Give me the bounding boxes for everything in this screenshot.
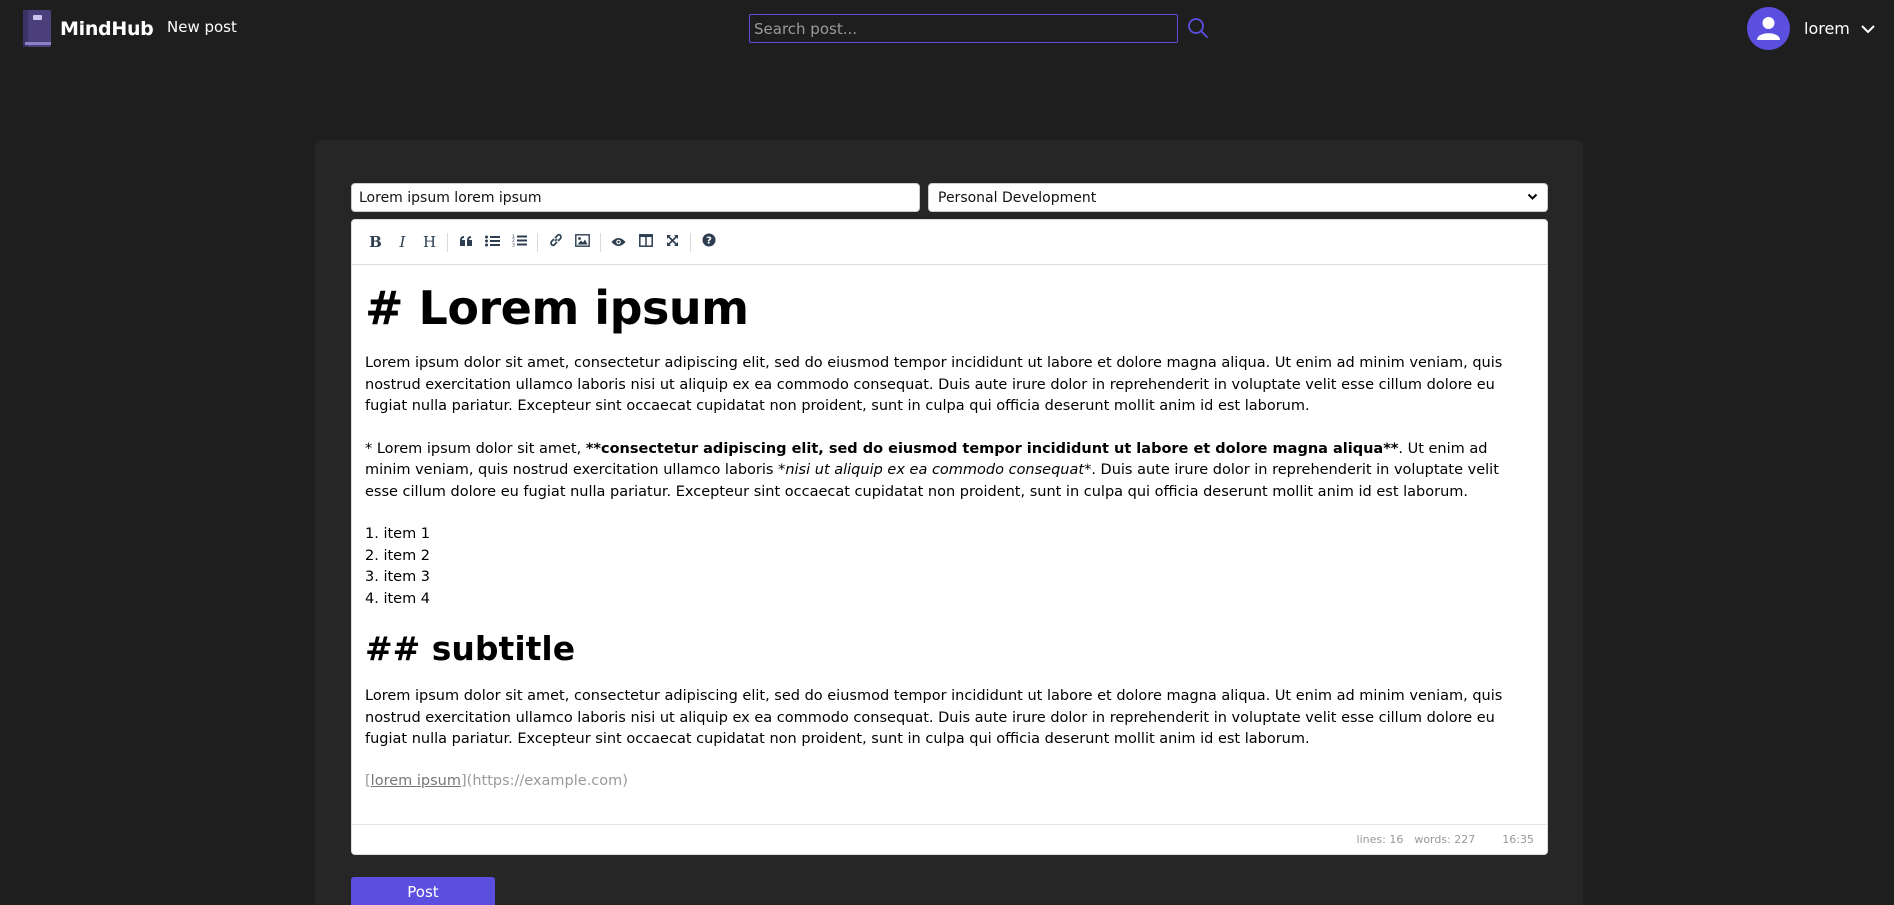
fullscreen-icon — [666, 233, 679, 251]
heading-icon: H — [422, 233, 437, 251]
chevron-down-icon — [1527, 190, 1538, 206]
editor-statusbar: lines: 16 words: 227 16:35 — [352, 824, 1547, 854]
link-button[interactable] — [542, 229, 569, 256]
new-post-link[interactable]: New post — [167, 18, 237, 36]
brand[interactable]: MindHub — [22, 9, 154, 48]
fullscreen-button[interactable] — [659, 229, 686, 256]
guide-button[interactable]: ? — [695, 229, 722, 256]
unordered-list-icon — [485, 233, 500, 251]
search-bar — [749, 14, 1208, 43]
unordered-list-button[interactable] — [479, 229, 506, 256]
side-by-side-button[interactable] — [632, 229, 659, 256]
list-item: 1. item 1 — [365, 526, 431, 542]
link-text: lorem ipsum — [370, 772, 461, 789]
new-post-card: Personal Development B I H 123 — [315, 140, 1583, 905]
content-link: [lorem ipsum](https://example.com) — [365, 771, 1534, 793]
italic-icon: I — [399, 233, 406, 251]
quote-button[interactable] — [452, 229, 479, 256]
content-paragraph-1: Lorem ipsum dolor sit amet, consectetur … — [365, 355, 1503, 414]
search-icon — [1186, 18, 1210, 43]
link-icon — [549, 233, 563, 251]
paragraph-2-bold: **consectetur adipiscing elit, sed do ei… — [585, 440, 1399, 457]
image-icon — [575, 233, 590, 251]
content-ordered-list: 1. item 1 2. item 2 3. item 3 4. item 4 — [365, 524, 1534, 610]
user-icon — [1747, 17, 1790, 50]
toolbar-separator — [690, 232, 691, 252]
ordered-list-button[interactable]: 123 — [506, 229, 533, 256]
bold-button[interactable]: B — [362, 229, 389, 256]
cursor-time: 16:35 — [1502, 833, 1534, 846]
toolbar-separator — [600, 232, 601, 252]
svg-text:3: 3 — [512, 243, 515, 248]
toolbar-separator — [537, 232, 538, 252]
brand-name: MindHub — [60, 17, 154, 40]
list-item: 2. item 2 — [365, 547, 431, 564]
editor-toolbar: B I H 123 ? — [352, 220, 1547, 265]
svg-text:?: ? — [706, 236, 712, 247]
italic-button[interactable]: I — [389, 229, 416, 256]
post-button[interactable]: Post — [351, 877, 495, 905]
content-paragraph-3: Lorem ipsum dolor sit amet, consectetur … — [365, 688, 1503, 747]
columns-icon — [638, 233, 653, 251]
question-icon: ? — [702, 233, 716, 251]
paragraph-2-italic: *nisi ut aliquip ex ea commodo consequat… — [778, 462, 1092, 478]
ordered-list-icon: 123 — [512, 233, 527, 251]
avatar[interactable] — [1747, 7, 1790, 50]
username[interactable]: lorem — [1804, 19, 1850, 38]
content-paragraph-2: * Lorem ipsum dolor sit amet, **consecte… — [365, 439, 1534, 504]
link-url: (https://example.com) — [466, 772, 628, 789]
list-item: 4. item 4 — [365, 590, 431, 607]
word-count: words: 227 — [1414, 833, 1476, 846]
preview-button[interactable] — [605, 229, 632, 256]
bold-icon: B — [369, 233, 382, 251]
markdown-editor[interactable]: B I H 123 ? # Lorem ipsum Lorem ipsum do… — [351, 219, 1548, 855]
toolbar-separator — [447, 232, 448, 252]
category-selected-value: Personal Development — [938, 189, 1097, 206]
line-count: lines: 16 — [1356, 833, 1404, 846]
search-input[interactable] — [749, 14, 1178, 43]
paragraph-2-text-start: * Lorem ipsum dolor sit amet, — [365, 440, 586, 457]
image-button[interactable] — [569, 229, 596, 256]
content-heading-2: ## subtitle — [365, 629, 576, 668]
user-menu[interactable]: lorem — [1747, 7, 1876, 50]
list-item: 3. item 3 — [365, 569, 431, 585]
content-heading-1: # Lorem ipsum — [365, 281, 749, 335]
book-logo-icon — [22, 9, 52, 48]
chevron-down-icon[interactable] — [1860, 21, 1876, 37]
editor-content[interactable]: # Lorem ipsum Lorem ipsum dolor sit amet… — [352, 265, 1547, 792]
search-button[interactable] — [1185, 16, 1211, 42]
navbar: MindHub New post lorem — [0, 0, 1894, 56]
post-title-input[interactable] — [351, 183, 920, 212]
eye-icon — [611, 233, 626, 251]
quote-icon — [459, 233, 473, 251]
heading-button[interactable]: H — [416, 229, 443, 256]
category-select[interactable]: Personal Development — [928, 183, 1548, 212]
